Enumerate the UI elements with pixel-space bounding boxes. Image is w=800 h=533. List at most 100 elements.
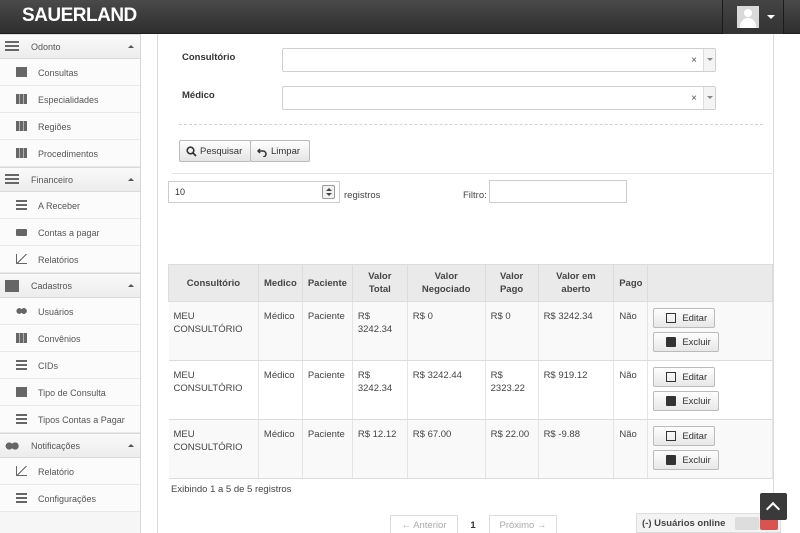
- delete-button[interactable]: Excluir: [653, 450, 720, 470]
- cell-valor-negociado: R$ 67.00: [407, 419, 486, 479]
- cell-valor-pago: R$ 2323.22: [485, 360, 539, 420]
- sidebar-item-cids[interactable]: CIDs: [0, 352, 140, 379]
- sidebar-item-label: Consultas: [38, 68, 79, 78]
- chevron-down-icon[interactable]: [703, 87, 715, 109]
- user-menu-button[interactable]: [722, 0, 784, 34]
- chevron-up-icon: [128, 178, 134, 181]
- sliders-icon: [16, 493, 27, 503]
- sidebar-item-tipos-contas-a-pagar[interactable]: Tipos Contas a Pagar: [0, 406, 140, 433]
- money-stack-icon: [16, 200, 27, 210]
- cell-valor-total: R$ 12.12: [352, 419, 408, 479]
- sidebar-item-label: Usuários: [38, 307, 74, 317]
- column-header[interactable]: Paciente: [301, 264, 353, 302]
- sidebar-item-relatorios[interactable]: Relatórios: [0, 246, 140, 273]
- sidebar-item-configuracoes[interactable]: Configurações: [0, 485, 140, 512]
- edit-button-label: Editar: [682, 430, 708, 442]
- sidebar-item-especialidades[interactable]: Especialidades: [0, 86, 140, 113]
- column-header[interactable]: Pago: [613, 264, 649, 302]
- next-page-button[interactable]: Próximo →: [489, 515, 557, 533]
- search-button[interactable]: Pesquisar: [179, 140, 251, 162]
- actions-column-header: [647, 264, 773, 302]
- sidebar-item-label: Configurações: [38, 494, 97, 504]
- users-icon: [16, 306, 27, 316]
- building-icon: [16, 148, 27, 158]
- sidebar-item-label: A Receber: [38, 201, 81, 211]
- sidebar-item-label: Procedimentos: [38, 149, 99, 159]
- search-button-label: Pesquisar: [200, 145, 243, 157]
- sidebar-item-label: Tipo de Consulta: [38, 388, 106, 398]
- sidebar-section-label: Financeiro: [31, 175, 74, 185]
- sidebar-item-procedimentos[interactable]: Procedimentos: [0, 140, 140, 167]
- scroll-to-top-button[interactable]: [760, 493, 787, 520]
- line-chart-icon: [16, 466, 27, 476]
- cell-actions: Editar Excluir: [647, 419, 773, 479]
- cell-paciente: Paciente: [302, 301, 353, 361]
- stepper-icon[interactable]: [322, 185, 335, 199]
- cell-valor-em-aberto: R$ 3242.34: [538, 301, 615, 361]
- tooth-icon: [5, 41, 19, 53]
- delete-button[interactable]: Excluir: [653, 332, 720, 352]
- cell-medico: Médico: [258, 419, 303, 479]
- sidebar-item-usuarios[interactable]: Usuários: [0, 298, 140, 325]
- sidebar-item-label: Convênios: [38, 334, 81, 344]
- cell-medico: Médico: [258, 301, 303, 361]
- edit-button[interactable]: Editar: [653, 367, 716, 387]
- sidebar-item-tipo-de-consulta[interactable]: Tipo de Consulta: [0, 379, 140, 406]
- delete-file-icon: [666, 337, 677, 347]
- column-header[interactable]: Consultório: [168, 264, 259, 302]
- current-page-button[interactable]: 1: [460, 515, 486, 533]
- app-logo[interactable]: SAUERLAND: [22, 5, 137, 27]
- sidebar-item-convenios[interactable]: Convênios: [0, 325, 140, 352]
- column-header[interactable]: Valor Negociado: [406, 264, 486, 302]
- edit-icon: [666, 431, 677, 441]
- sidebar-item-label: CIDs: [38, 361, 58, 371]
- medico-select[interactable]: ×: [282, 86, 716, 110]
- delete-button[interactable]: Excluir: [653, 391, 720, 411]
- cell-paciente: Paciente: [302, 360, 353, 420]
- sidebar-section-label: Odonto: [31, 42, 61, 52]
- sidebar-section-cadastros[interactable]: Cadastros: [0, 273, 140, 298]
- filter-input[interactable]: [489, 180, 627, 203]
- sidebar-item-a-receber[interactable]: A Receber: [0, 192, 140, 219]
- prev-page-button[interactable]: ← Anterior: [390, 515, 458, 533]
- divider: [179, 124, 763, 125]
- sidebar-item-consultas[interactable]: Consultas: [0, 59, 140, 86]
- chevron-down-icon: [767, 15, 775, 19]
- column-header[interactable]: Valor em aberto: [537, 264, 615, 302]
- edit-button[interactable]: Editar: [653, 426, 716, 446]
- page-length-input[interactable]: 10: [168, 181, 340, 203]
- cell-pago: Não: [613, 419, 649, 479]
- registros-label: registros: [344, 190, 381, 201]
- delete-file-icon: [666, 396, 677, 406]
- chevron-up-icon: [128, 444, 134, 447]
- status-toggle[interactable]: [735, 517, 759, 530]
- cell-paciente: Paciente: [302, 419, 353, 479]
- cell-pago: Não: [613, 360, 649, 420]
- top-bar: SAUERLAND: [0, 0, 800, 34]
- table-row: MEU CONSULTÓRIO Médico Paciente R$ 3242.…: [168, 301, 773, 361]
- avatar: [737, 6, 759, 28]
- consultorio-select[interactable]: ×: [282, 48, 716, 72]
- column-header[interactable]: Valor Pago: [484, 264, 539, 302]
- sidebar-item-label: Especialidades: [38, 95, 99, 105]
- edit-button[interactable]: Editar: [653, 308, 716, 328]
- column-header[interactable]: Medico: [257, 264, 303, 302]
- cell-valor-em-aberto: R$ 919.12: [538, 360, 615, 420]
- delete-button-label: Excluir: [682, 395, 711, 407]
- sidebar-item-regioes[interactable]: Regiões: [0, 113, 140, 140]
- briefcase-icon: [16, 67, 27, 77]
- clear-button[interactable]: Limpar: [250, 140, 310, 162]
- column-header[interactable]: Valor Total: [351, 264, 408, 302]
- edit-icon: [666, 313, 677, 323]
- chevron-down-icon[interactable]: [703, 49, 715, 71]
- sidebar-item-contas-a-pagar[interactable]: Contas a pagar: [0, 219, 140, 246]
- calculator-icon: [5, 174, 19, 186]
- sidebar-item-relatorio[interactable]: Relatório: [0, 458, 140, 485]
- clear-icon[interactable]: ×: [691, 93, 697, 104]
- clear-icon[interactable]: ×: [691, 55, 697, 66]
- sidebar-section-odonto[interactable]: Odonto: [0, 34, 140, 59]
- sidebar-section-financeiro[interactable]: Financeiro: [0, 167, 140, 192]
- list-icon: [16, 360, 27, 370]
- sidebar-section-notificacoes[interactable]: Notificações: [0, 433, 140, 458]
- sidebar-item-label: Regiões: [38, 122, 72, 132]
